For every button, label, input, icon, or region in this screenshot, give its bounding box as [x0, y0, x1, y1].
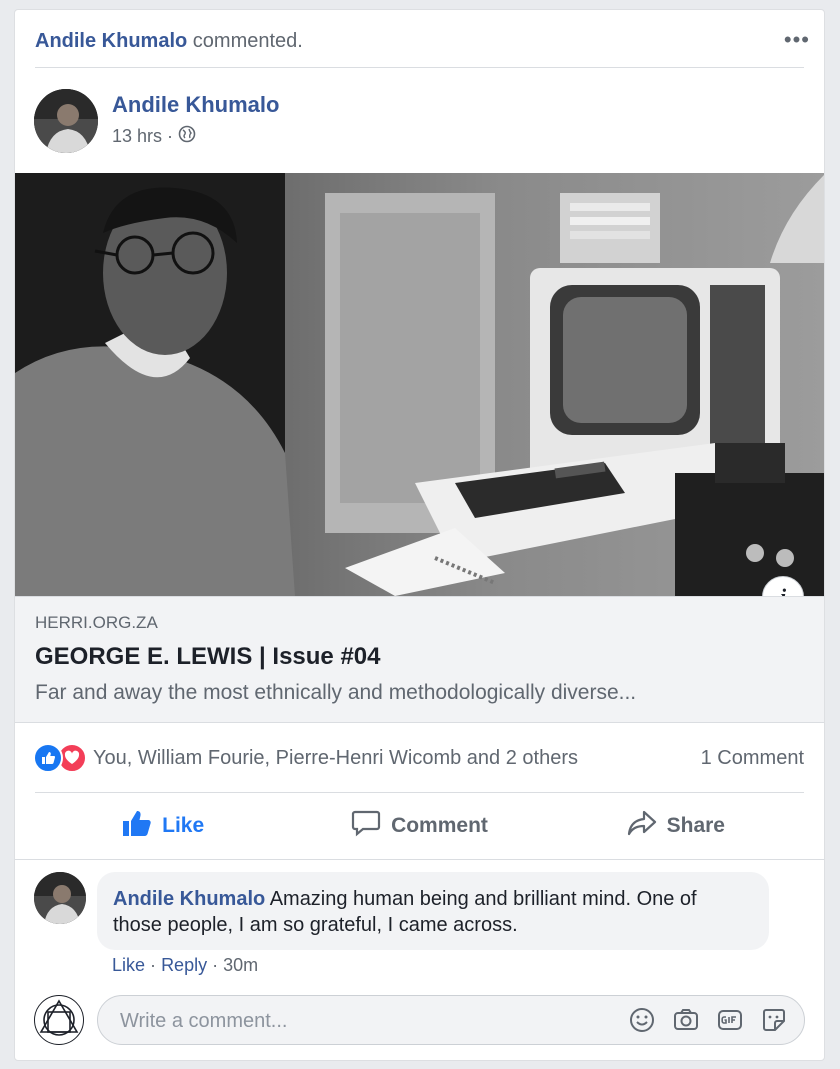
- comment-text-line1: Amazing human being and brilliant mind. …: [269, 888, 697, 910]
- globe-icon: [178, 125, 196, 148]
- thumbs-up-icon: [122, 809, 152, 843]
- link-description: Far and away the most ethnically and met…: [35, 681, 637, 704]
- post-meta: 13 hrs ·: [112, 125, 196, 148]
- reaction-names[interactable]: You, William Fourie, Pierre-Henri Wicomb…: [93, 747, 578, 770]
- comment-like-link[interactable]: Like: [112, 955, 145, 975]
- camera-icon[interactable]: [672, 1006, 700, 1034]
- comment-text-line2: those people, I am so grateful, I came a…: [113, 914, 518, 936]
- link-domain: HERRI.ORG.ZA: [35, 613, 158, 632]
- comment-bubble: Andile Khumalo Amazing human being and b…: [97, 872, 769, 950]
- like-label: Like: [162, 814, 205, 837]
- activity-action-text: commented.: [192, 30, 303, 52]
- share-button[interactable]: Share: [548, 793, 804, 859]
- link-preview-box[interactable]: HERRI.ORG.ZA GEORGE E. LEWIS | Issue #04…: [15, 596, 824, 723]
- link-preview-image[interactable]: [15, 173, 824, 596]
- current-user-avatar: [34, 995, 84, 1045]
- comment-timestamp[interactable]: 30m: [223, 955, 258, 975]
- post-timestamp[interactable]: 13 hrs: [112, 126, 162, 147]
- meta-separator: ·: [167, 126, 174, 146]
- post-card: Andile Khumalo commented. ••• Andile Khu…: [14, 9, 825, 1061]
- post-author-name[interactable]: Andile Khumalo: [112, 92, 279, 118]
- comment-composer: [97, 995, 805, 1046]
- header-divider: [35, 67, 804, 68]
- activity-header: Andile Khumalo commented.: [35, 30, 303, 53]
- share-arrow-icon: [627, 809, 657, 843]
- comment-reply-link[interactable]: Reply: [161, 955, 207, 975]
- speech-bubble-icon: [351, 809, 381, 843]
- comment-count-link[interactable]: 1 Comment: [701, 747, 804, 770]
- activity-actor-link[interactable]: Andile Khumalo: [35, 30, 187, 52]
- share-label: Share: [666, 814, 725, 837]
- author-avatar[interactable]: [34, 89, 98, 153]
- commenter-avatar[interactable]: [34, 872, 86, 924]
- like-button[interactable]: Like: [35, 793, 291, 859]
- comment-actions-separator: ·: [212, 955, 219, 975]
- reactions-summary[interactable]: You, William Fourie, Pierre-Henri Wicomb…: [33, 743, 578, 773]
- comment-button[interactable]: Comment: [291, 793, 547, 859]
- composer-toolbar: [628, 1006, 788, 1034]
- emoji-icon[interactable]: [628, 1006, 656, 1034]
- comment-label: Comment: [391, 814, 488, 837]
- gif-icon[interactable]: [716, 1006, 744, 1034]
- comments-divider: [15, 859, 824, 860]
- comment-author-name[interactable]: Andile Khumalo: [113, 888, 265, 910]
- sticker-icon[interactable]: [760, 1006, 788, 1034]
- more-options-icon[interactable]: •••: [784, 29, 810, 51]
- comment-actions: Like · Reply · 30m: [112, 955, 258, 976]
- comment-actions-separator: ·: [150, 955, 157, 975]
- post-action-bar: Like Comment Share: [35, 793, 804, 859]
- comment-input[interactable]: [118, 996, 592, 1046]
- link-title[interactable]: GEORGE E. LEWIS | Issue #04: [35, 643, 381, 671]
- like-reaction-icon: [33, 743, 63, 773]
